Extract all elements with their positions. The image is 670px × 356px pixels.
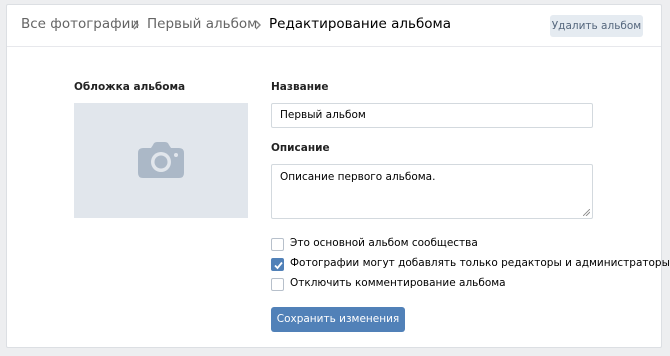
chevron-right-icon xyxy=(133,20,139,30)
editors-only-checkbox[interactable] xyxy=(271,258,284,271)
breadcrumb-all-photos[interactable]: Все фотографии xyxy=(21,16,139,32)
album-edit-panel: Все фотографии Первый альбом Редактирова… xyxy=(6,4,670,348)
resize-grip-icon[interactable] xyxy=(583,209,590,216)
breadcrumb-album[interactable]: Первый альбом xyxy=(147,16,257,32)
breadcrumb-edit-album: Редактирование альбома xyxy=(269,16,451,32)
disable-comments-checkbox[interactable] xyxy=(271,278,284,291)
main-album-label: Это основной альбом сообщества xyxy=(290,237,478,249)
chevron-right-icon xyxy=(255,20,261,30)
editors-only-label: Фотографии могут добавлять только редакт… xyxy=(290,257,670,269)
save-changes-button[interactable]: Сохранить изменения xyxy=(271,307,405,332)
camera-icon xyxy=(138,142,184,178)
name-label: Название xyxy=(271,81,329,93)
delete-album-button[interactable]: Удалить альбом xyxy=(550,15,643,37)
album-cover[interactable] xyxy=(74,103,248,218)
checkmark-icon xyxy=(274,261,283,270)
description-text: Описание первого альбома. xyxy=(280,171,436,183)
description-label: Описание xyxy=(271,142,330,154)
main-album-checkbox[interactable] xyxy=(271,238,284,251)
disable-comments-label: Отключить комментирование альбома xyxy=(290,277,506,289)
album-description-textarea[interactable]: Описание первого альбома. xyxy=(271,164,593,219)
cover-label: Обложка альбома xyxy=(74,81,186,93)
album-name-input[interactable]: Первый альбом xyxy=(271,103,593,128)
header: Все фотографии Первый альбом Редактирова… xyxy=(7,5,661,47)
